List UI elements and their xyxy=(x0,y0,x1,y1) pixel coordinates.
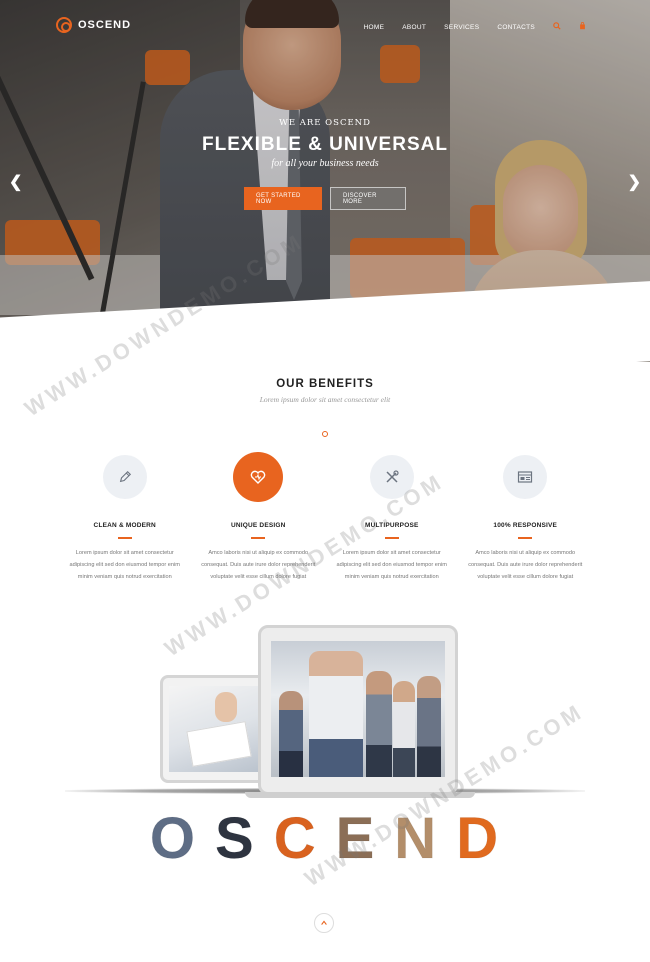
benefits-title: OUR BENEFITS xyxy=(276,378,374,390)
showcase-letter: N xyxy=(394,806,439,872)
laptop-mockup xyxy=(258,625,458,795)
brand-name: OSCEND xyxy=(78,19,132,31)
hero-headline: FLEXIBLE & UNIVERSAL xyxy=(202,134,448,155)
logo-icon xyxy=(56,17,72,33)
laptop-photo-person xyxy=(309,651,363,777)
benefits-subtitle: Lorem ipsum dolor sit amet consectetur e… xyxy=(259,395,391,404)
benefit-item: UNIQUE DESIGN Amco laboris nisi ut aliqu… xyxy=(192,452,326,583)
tools-icon xyxy=(369,455,414,499)
benefit-title: CLEAN & MODERN xyxy=(93,522,156,529)
laptop-photo-person xyxy=(366,671,392,777)
showcase-letter: S xyxy=(215,806,256,872)
nav-services[interactable]: SERVICES xyxy=(444,24,479,31)
nav-contacts[interactable]: CONTACTS xyxy=(497,24,535,31)
slider-next-arrow-icon[interactable]: ❯ xyxy=(628,172,641,192)
benefit-underline xyxy=(518,537,533,539)
benefit-underline xyxy=(117,537,132,539)
benefit-item: MULTIPURPOSE Lorem ipsum dolor sit amet … xyxy=(325,455,459,583)
benefit-title: 100% RESPONSIVE xyxy=(493,522,558,529)
device-showcase xyxy=(0,620,650,810)
laptop-photo-person xyxy=(279,691,303,777)
showcase-letter: D xyxy=(456,806,501,872)
hero-subline: for all your business needs xyxy=(271,158,379,169)
get-started-button[interactable]: GET STARTED NOW xyxy=(244,187,322,210)
showcase-letter: C xyxy=(273,806,318,872)
discover-more-button[interactable]: DISCOVER MORE xyxy=(330,187,406,210)
search-icon[interactable] xyxy=(553,22,561,32)
brand-showcase-word: O S C E N D xyxy=(0,805,650,872)
benefit-title: UNIQUE DESIGN xyxy=(230,522,286,529)
benefit-text: Amco laboris nisi ut aliquip ex commodo … xyxy=(201,550,316,580)
benefit-text: Lorem ipsum dolor sit amet consectetur a… xyxy=(69,550,180,580)
laptop-screen-image xyxy=(271,641,445,777)
benefit-text: Lorem ipsum dolor sit amet consectetur a… xyxy=(336,550,447,580)
pencil-icon xyxy=(102,455,147,499)
browser-icon xyxy=(503,455,548,499)
scroll-to-top-button[interactable] xyxy=(314,913,334,933)
showcase-letter: E xyxy=(335,806,377,872)
chevron-up-icon xyxy=(321,920,327,925)
hero-slider xyxy=(0,0,650,362)
slider-prev-arrow-icon[interactable]: ❮ xyxy=(9,172,22,192)
nav-about[interactable]: ABOUT xyxy=(402,24,426,31)
benefit-text: Amco laboris nisi ut aliquip ex commodo … xyxy=(468,550,583,580)
laptop-photo-person xyxy=(393,681,415,777)
main-menu: HOME ABOUT SERVICES CONTACTS xyxy=(364,22,586,32)
heart-icon xyxy=(233,452,284,502)
cart-icon[interactable] xyxy=(579,22,586,32)
benefit-underline xyxy=(384,537,399,539)
benefit-title: MULTIPURPOSE xyxy=(364,522,419,529)
laptop-photo-person xyxy=(417,676,441,777)
benefit-item: 100% RESPONSIVE Amco laboris nisi ut ali… xyxy=(459,455,593,583)
hero-caption: WE ARE OSCEND FLEXIBLE & UNIVERSAL for a… xyxy=(0,118,650,169)
hero-buttons: GET STARTED NOW DISCOVER MORE xyxy=(0,187,650,210)
brand-logo[interactable]: OSCEND xyxy=(56,17,131,33)
benefit-item: CLEAN & MODERN Lorem ipsum dolor sit ame… xyxy=(58,455,192,583)
top-navigation: OSCEND HOME ABOUT SERVICES CONTACTS xyxy=(0,0,650,52)
benefits-list: CLEAN & MODERN Lorem ipsum dolor sit ame… xyxy=(58,452,593,583)
showcase-letter: O xyxy=(149,806,198,872)
benefit-underline xyxy=(251,537,266,539)
laptop-base xyxy=(245,792,475,798)
tablet-photo-paper xyxy=(186,721,252,767)
tablet-photo-person xyxy=(215,692,237,722)
nav-home[interactable]: HOME xyxy=(364,24,385,31)
hero-kicker: WE ARE OSCEND xyxy=(279,118,371,128)
section-divider-dot xyxy=(322,431,328,437)
